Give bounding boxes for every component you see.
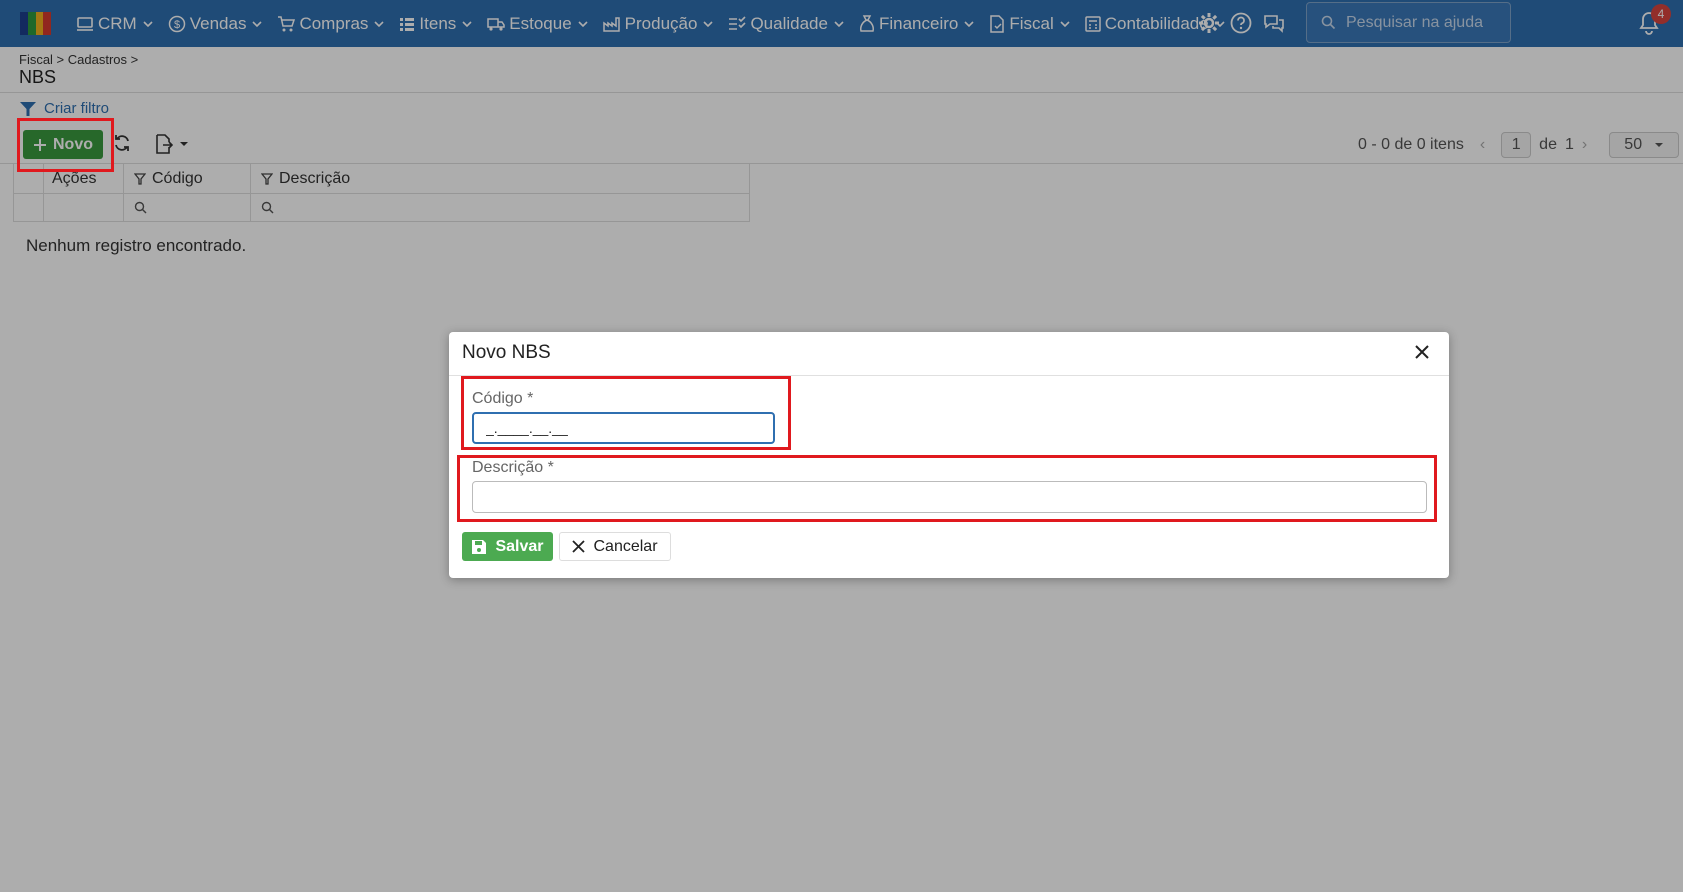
codigo-input[interactable]	[472, 412, 775, 444]
save-button-label: Salvar	[495, 537, 544, 555]
descricao-label: Descrição *	[472, 459, 554, 476]
close-icon	[572, 540, 586, 553]
close-icon[interactable]	[1415, 345, 1429, 359]
dialog-title: Novo NBS	[462, 342, 551, 363]
new-nbs-dialog: Novo NBS Código * Descrição * Salvar Can…	[449, 332, 1449, 578]
descricao-input[interactable]	[472, 481, 1427, 513]
codigo-label: Código *	[472, 390, 534, 407]
save-icon	[472, 539, 487, 554]
cancel-button-label: Cancelar	[593, 537, 658, 555]
save-button[interactable]: Salvar	[462, 532, 553, 561]
cancel-button[interactable]: Cancelar	[559, 532, 671, 561]
dialog-divider	[449, 375, 1449, 376]
